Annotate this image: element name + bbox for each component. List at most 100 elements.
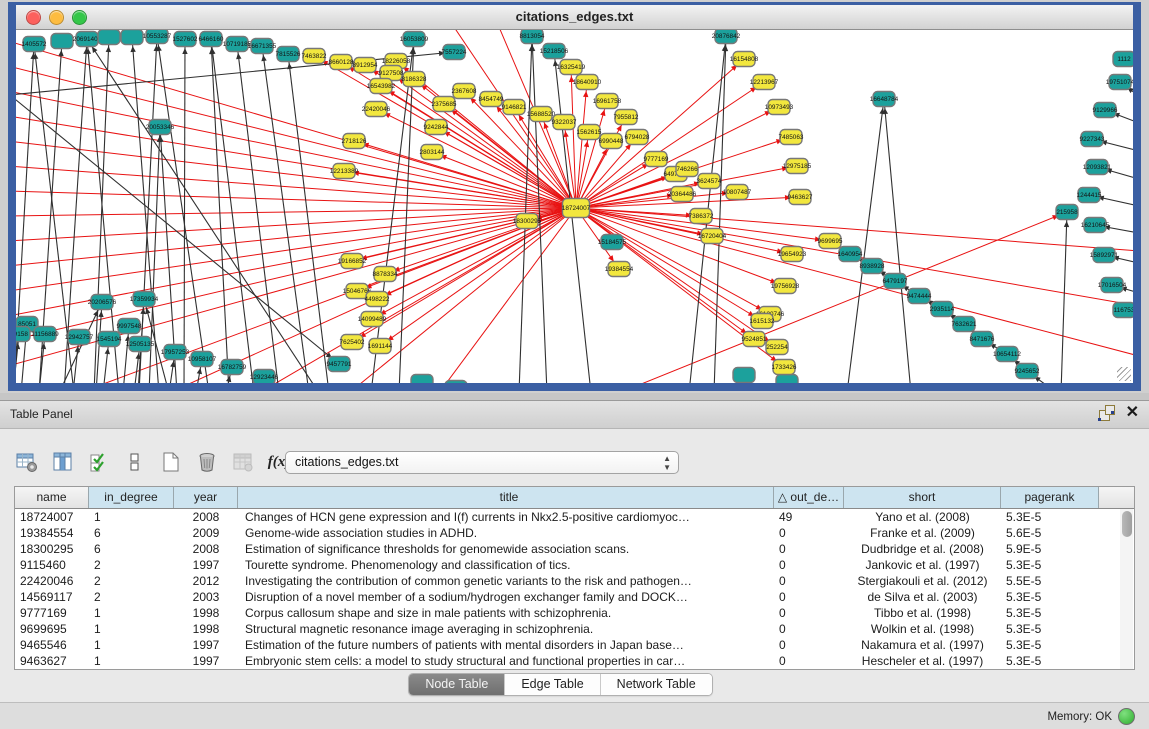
table-cell: 9699695 bbox=[15, 621, 89, 637]
column-header-short[interactable]: short bbox=[844, 487, 1001, 508]
new-document-icon bbox=[159, 450, 183, 474]
toggle-panes-button[interactable] bbox=[122, 449, 148, 475]
graph-node-label: 1527602 bbox=[173, 36, 198, 43]
table-row[interactable]: 946554611997Estimation of the future num… bbox=[15, 637, 1134, 653]
graph-edge[interactable] bbox=[211, 39, 254, 383]
network-view-window: citations_edges.txt 14055722069140610553… bbox=[8, 2, 1141, 391]
table-cell: 1998 bbox=[174, 605, 238, 621]
table-cell: Structural magnetic resonance image aver… bbox=[238, 621, 774, 637]
network-canvas[interactable]: 1405572206914061055328715276026466160107… bbox=[16, 30, 1133, 383]
row-selection-button[interactable] bbox=[86, 449, 112, 475]
window-zoom-button[interactable] bbox=[72, 10, 87, 25]
graph-edge[interactable] bbox=[576, 194, 682, 208]
memory-status-indicator bbox=[1118, 708, 1135, 725]
graph-node[interactable] bbox=[776, 375, 798, 384]
float-window-icon[interactable] bbox=[1098, 405, 1114, 421]
graph-node-label: 19654923 bbox=[778, 251, 807, 258]
window-titlebar[interactable]: citations_edges.txt bbox=[16, 5, 1133, 30]
tab-network-table[interactable]: Network Table bbox=[600, 674, 712, 695]
graph-node-label: 12213389 bbox=[330, 168, 359, 175]
graph-edge[interactable] bbox=[184, 39, 185, 383]
table-row[interactable]: 969969511998Structural magnetic resonanc… bbox=[15, 621, 1134, 637]
scrollbar-thumb[interactable] bbox=[1122, 511, 1132, 537]
table-cell: 2 bbox=[89, 557, 174, 573]
close-panel-icon[interactable]: ✕ bbox=[1126, 405, 1139, 421]
graph-node-label: 16648784 bbox=[870, 96, 899, 103]
graph-edge[interactable] bbox=[847, 99, 884, 383]
table-scrollbar[interactable] bbox=[1120, 509, 1133, 669]
graph-edge[interactable] bbox=[211, 39, 229, 383]
table-cell: 5.3E-5 bbox=[1001, 589, 1099, 605]
column-visibility-button[interactable] bbox=[50, 449, 76, 475]
graph-node[interactable] bbox=[733, 368, 755, 383]
table-cell: 49 bbox=[774, 509, 844, 525]
graph-node[interactable] bbox=[98, 30, 120, 45]
column-header-year[interactable]: year bbox=[174, 487, 238, 508]
graph-edge[interactable] bbox=[16, 208, 576, 241]
tab-edge-table[interactable]: Edge Table bbox=[504, 674, 599, 695]
table-cell: 2003 bbox=[174, 589, 238, 605]
graph-node-label: 19384554 bbox=[605, 266, 634, 273]
graph-edge[interactable] bbox=[714, 36, 726, 383]
graph-edge[interactable] bbox=[380, 208, 576, 346]
graph-node-label: 18640910 bbox=[573, 79, 602, 86]
graph-edge[interactable] bbox=[884, 99, 911, 383]
graph-edge[interactable] bbox=[16, 91, 576, 208]
graph-node-label: 7463822 bbox=[302, 53, 327, 60]
panel-splitter[interactable] bbox=[0, 393, 1149, 400]
column-header-in_degree[interactable]: in_degree bbox=[89, 487, 174, 508]
graph-edge[interactable] bbox=[576, 208, 770, 314]
table-row[interactable]: 2242004622012Investigating the contribut… bbox=[15, 573, 1134, 589]
delete-columns-button[interactable] bbox=[194, 449, 220, 475]
graph-edge[interactable] bbox=[381, 86, 576, 208]
window-close-button[interactable] bbox=[26, 10, 41, 25]
column-header-name[interactable]: name bbox=[15, 487, 89, 508]
table-row[interactable]: 1830029562008Estimation of significance … bbox=[15, 541, 1134, 557]
graph-node[interactable] bbox=[411, 375, 433, 384]
table-row[interactable]: 911546021997Tourette syndrome. Phenomeno… bbox=[15, 557, 1134, 573]
tab-node-table[interactable]: Node Table bbox=[409, 674, 504, 695]
table-cell: 0 bbox=[774, 637, 844, 653]
table-cell: 1998 bbox=[174, 621, 238, 637]
graph-node-label: 116753 bbox=[1114, 307, 1133, 314]
graph-node[interactable] bbox=[51, 34, 73, 49]
table-selector-dropdown[interactable]: citations_edges.txt ▲▼ bbox=[285, 451, 679, 474]
column-header-pagerank[interactable]: pagerank bbox=[1001, 487, 1099, 508]
table-mode-button[interactable] bbox=[14, 449, 40, 475]
memory-status-label: Memory: OK bbox=[1047, 711, 1112, 723]
column-header-out_de[interactable]: △ out_de… bbox=[774, 487, 844, 508]
graph-node-label: 16543982 bbox=[367, 83, 396, 90]
graph-edge[interactable] bbox=[16, 208, 576, 216]
graph-node-label: 9474444 bbox=[907, 293, 932, 300]
graph-edge[interactable] bbox=[1061, 212, 1067, 383]
graph-edge[interactable] bbox=[436, 127, 576, 208]
graph-node-label: 9127508 bbox=[379, 70, 404, 77]
graph-edge[interactable] bbox=[399, 39, 414, 383]
graph-node-label: 19756928 bbox=[771, 283, 800, 290]
graph-edge[interactable] bbox=[288, 54, 329, 383]
graph-edge[interactable] bbox=[576, 208, 762, 321]
table-cell: 6 bbox=[89, 525, 174, 541]
table-cell: 2 bbox=[89, 589, 174, 605]
graph-node-label: 10553287 bbox=[143, 33, 172, 40]
table-row[interactable]: 1872400712008Changes of HCN gene express… bbox=[15, 509, 1134, 525]
delete-table-button[interactable] bbox=[230, 449, 256, 475]
graph-node-label: 9227343 bbox=[1080, 136, 1105, 143]
table-cell: 5.3E-5 bbox=[1001, 653, 1099, 669]
table-row[interactable]: 1456911722003Disruption of a novel membe… bbox=[15, 589, 1134, 605]
graph-node[interactable] bbox=[121, 30, 143, 45]
graph-node-label: 1405572 bbox=[22, 41, 47, 48]
table-row[interactable]: 1938455462009Genome-wide association stu… bbox=[15, 525, 1134, 541]
create-column-button[interactable] bbox=[158, 449, 184, 475]
graph-node-label: 9129966 bbox=[1093, 107, 1118, 114]
table-cell: 1 bbox=[89, 621, 174, 637]
column-header-title[interactable]: title bbox=[238, 487, 774, 508]
graph-edge[interactable] bbox=[16, 191, 576, 208]
table-row[interactable]: 977716911998Corpus callosum shape and si… bbox=[15, 605, 1134, 621]
graph-node-label: 7625402 bbox=[340, 339, 365, 346]
window-resize-grip[interactable] bbox=[1117, 367, 1131, 381]
graph-node-label: 12093821 bbox=[1083, 164, 1112, 171]
table-row[interactable]: 946362711997Embryonic stem cells: a mode… bbox=[15, 653, 1134, 669]
graph-node[interactable] bbox=[445, 381, 467, 384]
window-minimize-button[interactable] bbox=[49, 10, 64, 25]
